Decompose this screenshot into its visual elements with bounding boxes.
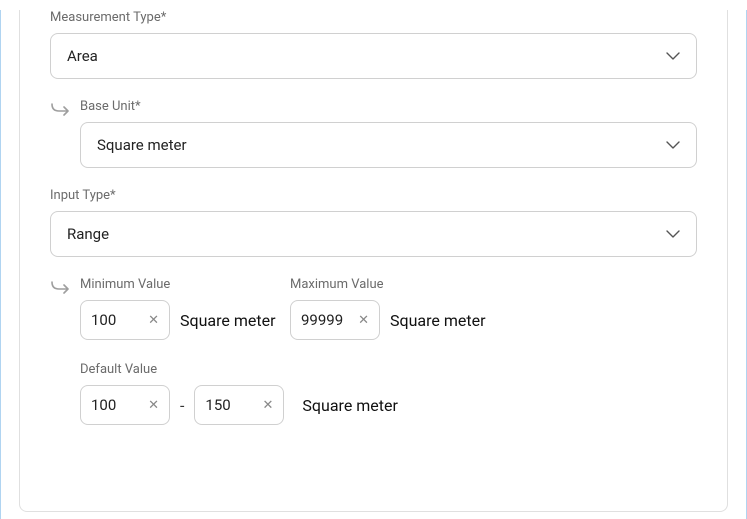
chevron-down-icon [666, 52, 680, 60]
minimum-value-input[interactable]: 100 ✕ [80, 300, 170, 340]
minimum-value-text: 100 [91, 311, 136, 329]
default-value-unit: Square meter [302, 396, 398, 415]
base-unit-select[interactable]: Square meter [80, 122, 697, 168]
minimum-value-unit: Square meter [180, 311, 276, 330]
measurement-type-label: Measurement Type* [50, 10, 697, 25]
default-value-low-input[interactable]: 100 ✕ [80, 385, 170, 425]
default-value-label: Default Value [80, 362, 697, 377]
default-value-high-text: 150 [205, 396, 250, 414]
minimum-value-label: Minimum Value [80, 277, 290, 292]
clear-icon[interactable]: ✕ [358, 314, 369, 327]
indent-arrow-icon [50, 279, 72, 293]
maximum-value-label: Maximum Value [290, 277, 500, 292]
indent-arrow-icon [50, 101, 72, 115]
clear-icon[interactable]: ✕ [148, 399, 159, 412]
maximum-value-unit: Square meter [390, 311, 486, 330]
default-value-high-input[interactable]: 150 ✕ [194, 385, 284, 425]
input-type-label: Input Type* [50, 188, 697, 203]
chevron-down-icon [666, 230, 680, 238]
base-unit-value: Square meter [97, 136, 187, 154]
measurement-type-value: Area [67, 47, 98, 65]
input-type-value: Range [67, 225, 109, 243]
clear-icon[interactable]: ✕ [148, 314, 159, 327]
input-type-select[interactable]: Range [50, 211, 697, 257]
maximum-value-text: 99999 [301, 311, 346, 329]
default-value-low-text: 100 [91, 396, 136, 414]
range-separator: - [180, 396, 184, 415]
measurement-type-select[interactable]: Area [50, 33, 697, 79]
maximum-value-input[interactable]: 99999 ✕ [290, 300, 380, 340]
chevron-down-icon [666, 141, 680, 149]
base-unit-label: Base Unit* [80, 99, 697, 114]
clear-icon[interactable]: ✕ [263, 399, 274, 412]
